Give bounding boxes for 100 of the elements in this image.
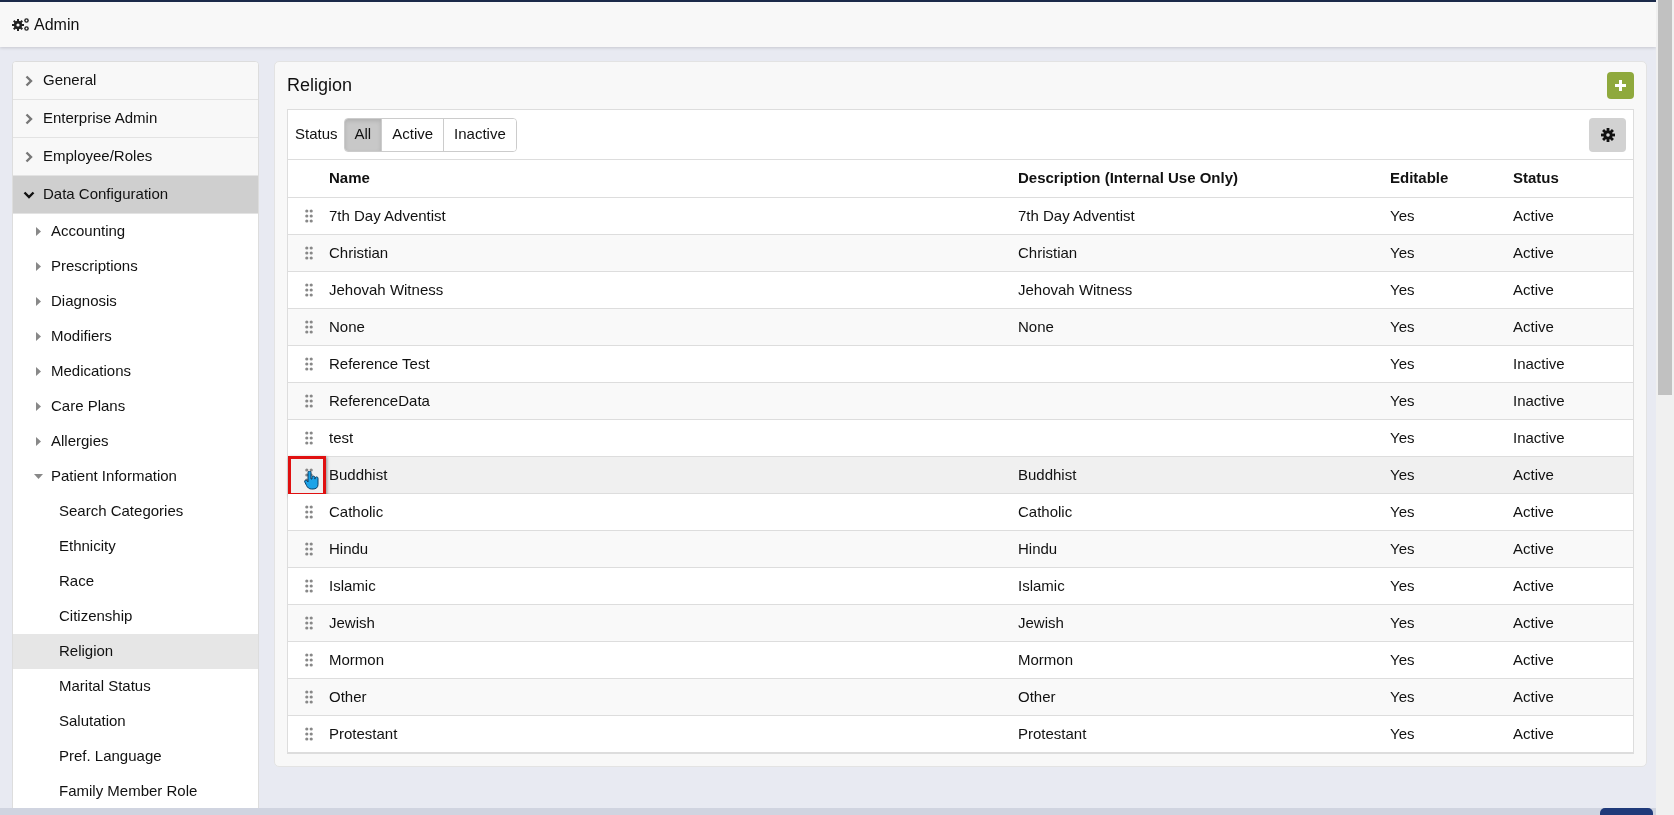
table-cell: Buddhist <box>329 465 388 483</box>
drag-handle-icon[interactable] <box>304 209 313 223</box>
drag-handle-icon[interactable] <box>304 505 313 519</box>
table-cell: Yes <box>1390 354 1415 372</box>
status-filter-tab[interactable]: Inactive <box>443 118 516 151</box>
drag-handle-icon[interactable] <box>304 616 313 630</box>
table-cell: Active <box>1513 465 1554 483</box>
table-cell: Protestant <box>329 724 398 742</box>
sidebar-group[interactable]: Enterprise Admin <box>13 100 258 138</box>
caret-right-icon <box>34 227 43 236</box>
table-cell: Yes <box>1390 317 1415 335</box>
table-cell: Islamic <box>329 576 376 594</box>
table-cell: Active <box>1513 502 1554 520</box>
table-cell: None <box>1018 317 1054 335</box>
add-button[interactable] <box>1607 72 1634 99</box>
table-cell: ReferenceData <box>329 391 430 409</box>
table-cell: Yes <box>1390 243 1415 261</box>
table-cell: Yes <box>1390 428 1415 446</box>
table-cell: Yes <box>1390 391 1415 409</box>
sidebar-item[interactable]: Marital Status <box>13 669 258 704</box>
table-cell: Yes <box>1390 613 1415 631</box>
drag-handle-icon[interactable] <box>304 579 313 593</box>
panel-title: Religion <box>287 74 353 97</box>
table-row[interactable]: Jewish Jewish Yes Active <box>288 605 1633 642</box>
table-row[interactable]: Catholic Catholic Yes Active <box>288 494 1633 531</box>
table-cell: Active <box>1513 576 1554 594</box>
sidebar-item[interactable]: Patient Information <box>13 459 258 494</box>
sidebar-item[interactable]: Pref. Language <box>13 739 258 774</box>
drag-handle-icon[interactable] <box>304 727 313 741</box>
table-cell: Jehovah Witness <box>1018 280 1133 298</box>
table-cell: 7th Day Adventist <box>329 206 446 224</box>
page-title: Admin <box>34 14 80 35</box>
column-header[interactable]: Status <box>1513 169 1559 187</box>
table-row[interactable]: ReferenceData Yes Inactive <box>288 383 1633 420</box>
table-cell: Reference Test <box>329 354 430 372</box>
sidebar-item[interactable]: Medications <box>13 354 258 389</box>
drag-handle-icon[interactable] <box>304 357 313 371</box>
table-cell: Yes <box>1390 724 1415 742</box>
sidebar-item[interactable]: Prescriptions <box>13 249 258 284</box>
drag-handle-icon[interactable] <box>304 394 313 408</box>
sidebar-item[interactable]: Citizenship <box>13 599 258 634</box>
table-cell: Christian <box>329 243 389 261</box>
table-cell: Mormon <box>1018 650 1073 668</box>
drag-handle-icon[interactable] <box>304 431 313 445</box>
table-cell: Hindu <box>1018 539 1058 557</box>
table-cell: Active <box>1513 280 1554 298</box>
sidebar-item[interactable]: Accounting <box>13 214 258 249</box>
table-row[interactable]: None None Yes Active <box>288 309 1633 346</box>
scrollbar[interactable] <box>1656 0 1674 815</box>
table-cell: Yes <box>1390 206 1415 224</box>
table-row[interactable]: Other Other Yes Active <box>288 679 1633 716</box>
sidebar-item[interactable]: Allergies <box>13 424 258 459</box>
table-cell: Active <box>1513 206 1554 224</box>
table-cell: Yes <box>1390 650 1415 668</box>
drag-handle-icon[interactable] <box>304 653 313 667</box>
sidebar-item[interactable]: Religion <box>13 634 258 669</box>
table-cell: Buddhist <box>1018 465 1077 483</box>
sidebar-item[interactable]: Race <box>13 564 258 599</box>
table-cell: Active <box>1513 724 1554 742</box>
settings-button[interactable] <box>1589 117 1626 152</box>
table-cell: Other <box>329 687 367 705</box>
table-row[interactable]: Christian Christian Yes Active <box>288 235 1633 272</box>
sidebar-item[interactable]: Search Categories <box>13 494 258 529</box>
table-cell: Other <box>1018 687 1056 705</box>
caret-right-icon <box>34 437 43 446</box>
sidebar-group[interactable]: Data Configuration <box>13 176 258 214</box>
caret-down-icon <box>34 472 43 481</box>
table-cell: Yes <box>1390 539 1415 557</box>
gears-icon <box>12 17 30 32</box>
caret-right-icon <box>34 367 43 376</box>
table-cell: Protestant <box>1018 724 1087 742</box>
table-cell: test <box>329 428 354 446</box>
drag-handle-icon[interactable] <box>304 690 313 704</box>
sidebar-item[interactable]: Care Plans <box>13 389 258 424</box>
sidebar-item[interactable]: Ethnicity <box>13 529 258 564</box>
table-row[interactable]: Hindu Hindu Yes Active <box>288 531 1633 568</box>
status-filter-tab[interactable]: All <box>344 118 382 151</box>
sidebar-item[interactable]: Modifiers <box>13 319 258 354</box>
drag-handle-icon[interactable] <box>304 283 313 297</box>
filter-label: Status <box>295 124 338 145</box>
sidebar-group[interactable]: Employee/Roles <box>13 138 258 176</box>
sidebar-item[interactable]: Diagnosis <box>13 284 258 319</box>
drag-handle-icon[interactable] <box>304 246 313 260</box>
table-cell: Yes <box>1390 576 1415 594</box>
drag-handle-icon[interactable] <box>304 320 313 334</box>
sidebar-item[interactable]: Salutation <box>13 704 258 739</box>
drag-handle-icon[interactable] <box>304 542 313 556</box>
table-cell: Jehovah Witness <box>329 280 444 298</box>
column-header[interactable]: Description (Internal Use Only) <box>1018 169 1239 187</box>
sidebar-group[interactable]: General <box>13 62 258 100</box>
table-cell: Hindu <box>329 539 369 557</box>
table-row[interactable]: Buddhist Buddhist Yes Active <box>288 457 1633 494</box>
table-cell: Yes <box>1390 502 1415 520</box>
caret-right-icon <box>34 262 43 271</box>
column-header[interactable]: Editable <box>1390 169 1449 187</box>
caret-right-icon <box>34 297 43 306</box>
bottom-button[interactable] <box>1600 808 1653 815</box>
column-header[interactable]: Name <box>329 169 370 187</box>
chevron-right-icon <box>23 74 35 87</box>
sidebar-item[interactable]: Family Member Role <box>13 774 258 809</box>
